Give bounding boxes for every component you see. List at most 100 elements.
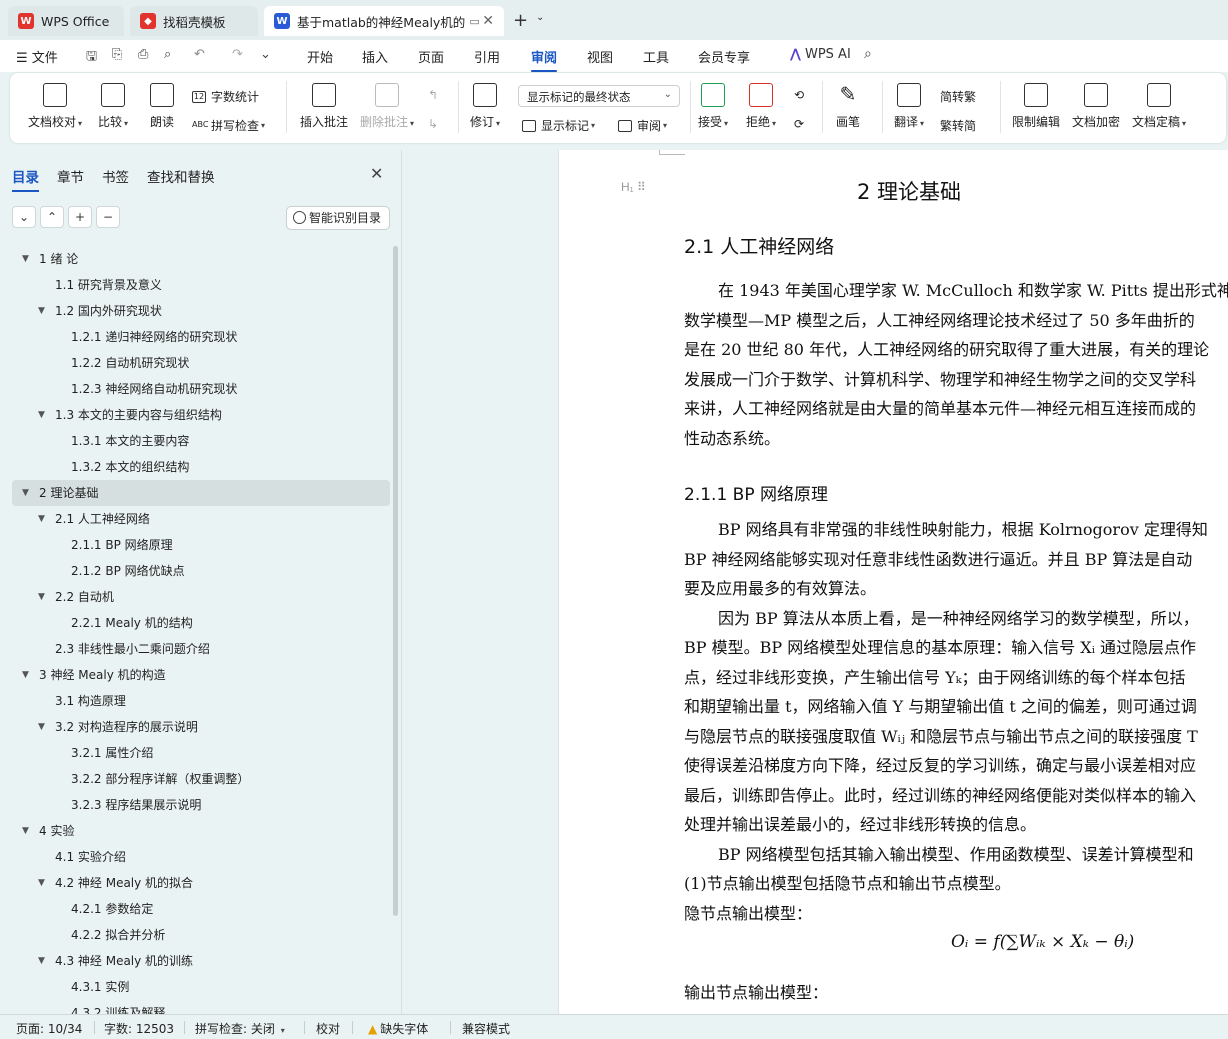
expand-toggle-icon[interactable]: ▼	[22, 818, 29, 844]
toc-item[interactable]: 4.2.1 参数给定	[12, 896, 390, 922]
expand-toggle-icon[interactable]: ▼	[22, 662, 29, 688]
toc-item[interactable]: ▼ 4.3 神经 Mealy 机的训练	[12, 948, 390, 974]
menu-item-page[interactable]: 页面	[418, 47, 444, 66]
toc-item[interactable]: 1.2.2 自动机研究现状	[12, 350, 390, 376]
menu-item-tools[interactable]: 工具	[643, 47, 669, 66]
new-tab-icon[interactable]: +	[513, 10, 528, 31]
tab-docer-templates[interactable]: ◆ 找稻壳模板	[130, 6, 258, 36]
close-icon[interactable]: ✕	[370, 164, 383, 183]
toc-item[interactable]: 2.1.2 BP 网络优缺点	[12, 558, 390, 584]
delete-comment-button[interactable]: 删除批注 ▾	[360, 83, 414, 130]
previous-comment-icon[interactable]: ↰	[428, 88, 438, 102]
undo-icon[interactable]: ↶	[194, 47, 205, 62]
menu-item-home[interactable]: 开始	[307, 47, 333, 66]
toc-item[interactable]: 3.1 构造原理	[12, 688, 390, 714]
toc-item[interactable]: 4.1 实验介绍	[12, 844, 390, 870]
toc-item[interactable]: ▼ 3 神经 Mealy 机的构造	[12, 662, 390, 688]
doc-check-button[interactable]: 文档校对 ▾	[28, 83, 82, 130]
redo-icon[interactable]: ↷	[232, 47, 243, 62]
print-icon[interactable]: ⎙	[138, 47, 148, 62]
expand-toggle-icon[interactable]: ▼	[22, 480, 29, 506]
toc-item[interactable]: 2.2.1 Mealy 机的结构	[12, 610, 390, 636]
compare-button[interactable]: 比较 ▾	[98, 83, 128, 130]
toc-item[interactable]: ▼ 2.1 人工神经网络	[12, 506, 390, 532]
tab-toc[interactable]: 目录	[12, 166, 39, 192]
doc-finalize-button[interactable]: 文档定稿 ▾	[1132, 83, 1186, 130]
expand-down-button[interactable]: ⌄	[12, 206, 36, 228]
close-tab-icon[interactable]: ✕	[482, 13, 494, 29]
spell-check-button[interactable]: ABC 拼写检查 ▾	[192, 117, 265, 134]
previous-change-icon[interactable]: ⟲	[794, 88, 804, 102]
expand-toggle-icon[interactable]: ▼	[22, 246, 29, 272]
insert-comment-button[interactable]: 插入批注	[300, 83, 348, 130]
expand-toggle-icon[interactable]: ▼	[38, 870, 45, 896]
toc-item[interactable]: 3.2.1 属性介绍	[12, 740, 390, 766]
doc-encrypt-button[interactable]: 文档加密	[1072, 83, 1120, 130]
save-icon[interactable]: 🖫	[86, 47, 97, 69]
toc-item[interactable]: 4.3.1 实例	[12, 974, 390, 1000]
smart-toc-button[interactable]: 智能识别目录	[286, 206, 390, 230]
toc-item[interactable]: 1.3.2 本文的组织结构	[12, 454, 390, 480]
read-aloud-button[interactable]: 朗读	[150, 83, 174, 130]
tab-find-replace[interactable]: 查找和替换	[147, 166, 215, 186]
next-comment-icon[interactable]: ↳	[428, 117, 438, 131]
next-change-icon[interactable]: ⟳	[794, 117, 804, 131]
proof-status[interactable]: 校对	[316, 1020, 340, 1037]
page-indicator[interactable]: 页面: 10/34	[16, 1020, 82, 1037]
search-icon[interactable]: ⌕	[864, 46, 872, 62]
toc-item[interactable]: 1.2.3 神经网络自动机研究现状	[12, 376, 390, 402]
toc-item[interactable]: 2.3 非线性最小二乘问题介绍	[12, 636, 390, 662]
track-changes-button[interactable]: 修订 ▾	[470, 83, 500, 130]
toc-item[interactable]: ▼ 1.2 国内外研究现状	[12, 298, 390, 324]
toc-item[interactable]: 2.1.1 BP 网络原理	[12, 532, 390, 558]
missing-font-status[interactable]: ▲ 缺失字体	[368, 1020, 428, 1037]
tab-current-document[interactable]: W 基于matlab的神经Mealy机的 ▭ ✕	[264, 6, 504, 36]
tab-sections[interactable]: 章节	[57, 166, 84, 186]
toc-item[interactable]: ▼ 3.2 对构造程序的展示说明	[12, 714, 390, 740]
expand-toggle-icon[interactable]: ▼	[38, 402, 45, 428]
export-icon[interactable]: ⎘	[112, 47, 122, 62]
toc-item[interactable]: 1.2.1 递归神经网络的研究现状	[12, 324, 390, 350]
accept-button[interactable]: 接受 ▾	[698, 83, 728, 130]
toc-item[interactable]: ▼ 1 绪 论	[12, 246, 390, 272]
toc-item[interactable]: 1.3.1 本文的主要内容	[12, 428, 390, 454]
toc-item[interactable]: ▼ 2.2 自动机	[12, 584, 390, 610]
expand-toggle-icon[interactable]: ▼	[38, 506, 45, 532]
more-chevron-icon[interactable]: ⌄	[260, 47, 271, 62]
toc-item[interactable]: 3.2.3 程序结果展示说明	[12, 792, 390, 818]
toc-item[interactable]: ▼ 4 实验	[12, 818, 390, 844]
file-menu[interactable]: ☰ 文件	[16, 47, 58, 66]
menu-item-membership[interactable]: 会员专享	[698, 47, 750, 66]
menu-item-review[interactable]: 审阅	[531, 47, 558, 72]
translate-button[interactable]: 翻译 ▾	[894, 83, 924, 130]
toc-item[interactable]: 1.1 研究背景及意义	[12, 272, 390, 298]
toc-item[interactable]: ▼ 2 理论基础	[12, 480, 390, 506]
tab-bookmarks[interactable]: 书签	[102, 166, 129, 186]
markup-display-select[interactable]: 显示标记的最终状态 ⌄	[518, 85, 680, 107]
to-simplified-button[interactable]: 繁转简	[940, 117, 976, 134]
to-traditional-button[interactable]: 简转繁	[940, 88, 976, 105]
expand-toggle-icon[interactable]: ▼	[38, 948, 45, 974]
word-count-button[interactable]: 12 字数统计	[192, 88, 259, 105]
menu-item-view[interactable]: 视图	[587, 47, 613, 66]
toc-item[interactable]: 3.2.2 部分程序详解（权重调整）	[12, 766, 390, 792]
toc-item[interactable]: ▼ 1.3 本文的主要内容与组织结构	[12, 402, 390, 428]
collapse-up-button[interactable]: ⌃	[40, 206, 64, 228]
expand-toggle-icon[interactable]: ▼	[38, 584, 45, 610]
wps-ai-button[interactable]: ⋀ WPS AI	[790, 47, 851, 62]
document-page[interactable]: H₁ ⠿ 2 理论基础 2.1 人工神经网络 在 1943 年美国心理学家 W.…	[558, 150, 1228, 1014]
reject-button[interactable]: 拒绝 ▾	[746, 83, 776, 130]
word-count-indicator[interactable]: 字数: 12503	[104, 1020, 174, 1037]
menu-item-references[interactable]: 引用	[474, 47, 500, 66]
add-heading-button[interactable]: +	[68, 206, 92, 228]
print-preview-icon[interactable]: ⌕	[164, 47, 171, 62]
show-markup-button[interactable]: 显示标记 ▾	[522, 117, 595, 134]
menu-item-insert[interactable]: 插入	[362, 47, 388, 66]
toc-scrollbar[interactable]	[393, 246, 398, 916]
expand-toggle-icon[interactable]: ▼	[38, 298, 45, 324]
restrict-edit-button[interactable]: 限制编辑	[1012, 83, 1060, 130]
toc-item[interactable]: ▼ 4.2 神经 Mealy 机的拟合	[12, 870, 390, 896]
review-pane-button[interactable]: 审阅 ▾	[618, 117, 667, 134]
tab-wps-office[interactable]: W WPS Office	[8, 6, 124, 36]
remove-heading-button[interactable]: −	[96, 206, 120, 228]
